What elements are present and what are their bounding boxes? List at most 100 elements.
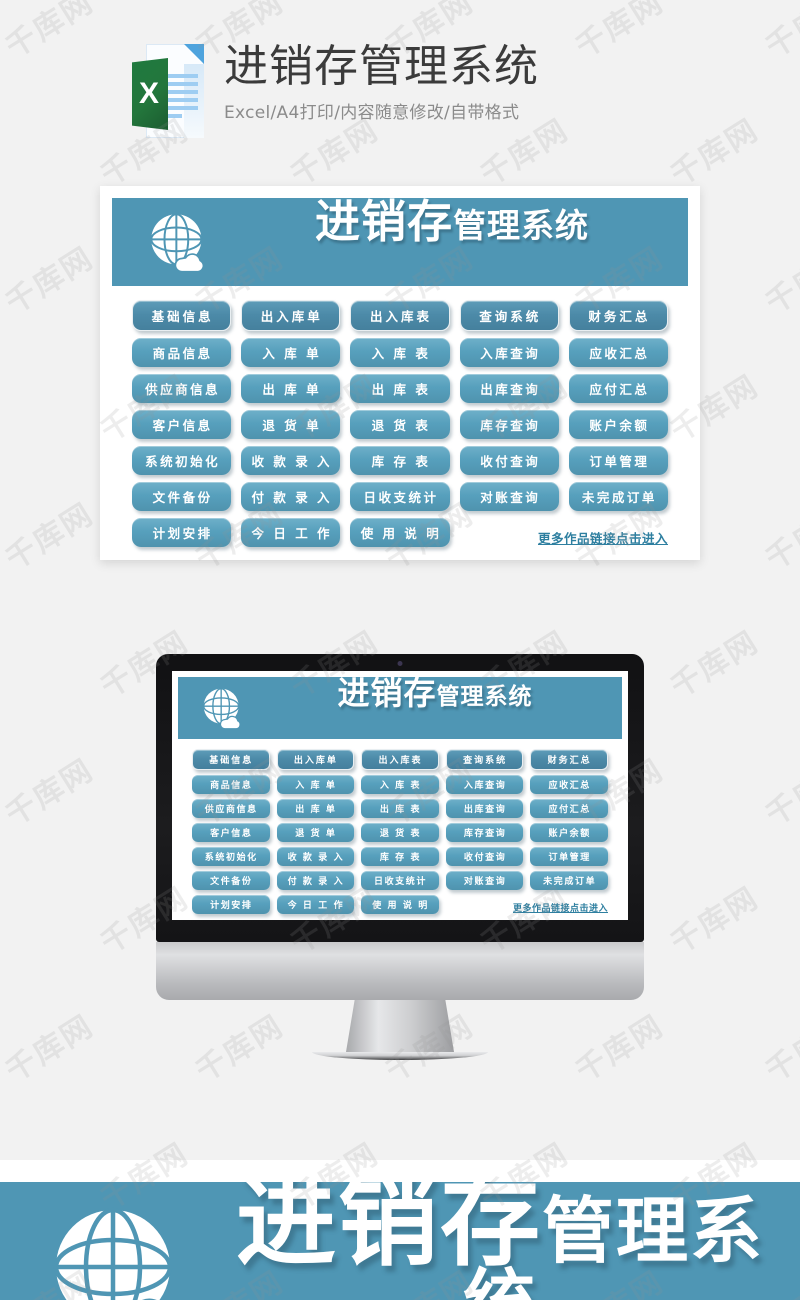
excel-file-icon: X xyxy=(132,44,204,138)
more-works-link[interactable]: 更多作品链接点击进入 xyxy=(538,528,668,547)
poster-page: X 进销存管理系统 Excel/A4打印/内容随意修改/自带格式 进销存管理系统… xyxy=(0,0,800,1300)
more-works-link-mirror[interactable]: 更多作品链接点击进入 xyxy=(513,901,608,914)
app-menu-body: 基础信息 出入库单 出入库表 查询系统 财务汇总 商品信息 入 库 单 入 库 … xyxy=(112,286,688,555)
menu-header-finance-summary-mirror[interactable]: 财务汇总 xyxy=(530,749,608,770)
menu-item-unfinished-order[interactable]: 未完成订单 xyxy=(568,482,668,511)
excel-x-letter: X xyxy=(138,77,159,110)
monitor-screen: 进销存管理系统 基础信息 出入库单 出入库表 查询系统 财务汇总 商品信息 入 … xyxy=(172,671,628,920)
app-banner-title: 进销存管理系统 xyxy=(222,199,682,245)
menu-item-inbound-order[interactable]: 入 库 单 xyxy=(241,338,341,367)
menu-header-query-system-mirror[interactable]: 查询系统 xyxy=(445,749,524,770)
header-text-block: 进销存管理系统 Excel/A4打印/内容随意修改/自带格式 xyxy=(224,40,539,124)
menu-item-order-management-mirror[interactable]: 订单管理 xyxy=(530,847,608,866)
menu-item-system-init-mirror[interactable]: 系统初始化 xyxy=(192,847,270,866)
globe-cloud-icon-mirror xyxy=(202,687,241,730)
app-menu-body-mirror: 基础信息 出入库单 出入库表 查询系统 财务汇总 商品信息 入 库 单 入 库 … xyxy=(178,739,622,920)
monitor-stand-base xyxy=(312,1052,488,1060)
page-title: 进销存管理系统 xyxy=(224,41,539,92)
menu-item-product-info[interactable]: 商品信息 xyxy=(132,338,232,367)
menu-item-inbound-table[interactable]: 入 库 表 xyxy=(350,338,450,367)
menu-item-outbound-order-mirror[interactable]: 出 库 单 xyxy=(276,799,355,818)
menu-header-query-system[interactable]: 查询系统 xyxy=(459,300,559,331)
menu-item-reconciliation-query[interactable]: 对账查询 xyxy=(459,482,559,511)
app-title-sub-mirror: 管理系统 xyxy=(436,684,533,710)
menu-item-plan-schedule-mirror[interactable]: 计划安排 xyxy=(192,895,270,914)
menu-item-inbound-query[interactable]: 入库查询 xyxy=(459,338,559,367)
app-screen: 进销存管理系统 基础信息 出入库单 出入库表 查询系统 财务汇总 商品信息 入 … xyxy=(112,198,688,548)
menu-item-today-work[interactable]: 今 日 工 作 xyxy=(241,518,341,547)
app-banner-title-mirror: 进销存管理系统 xyxy=(254,677,616,710)
menu-item-stock-query-mirror[interactable]: 库存查询 xyxy=(445,823,524,842)
menu-item-system-init[interactable]: 系统初始化 xyxy=(132,446,232,475)
poster-header: X 进销存管理系统 Excel/A4打印/内容随意修改/自带格式 xyxy=(0,40,800,170)
menu-item-usage-guide[interactable]: 使 用 说 明 xyxy=(350,518,450,547)
menu-item-usage-guide-mirror[interactable]: 使 用 说 明 xyxy=(361,895,439,914)
menu-item-payment-entry[interactable]: 付 款 录 入 xyxy=(241,482,341,511)
globe-cloud-icon-large xyxy=(53,1207,173,1300)
menu-header-inout-order-mirror[interactable]: 出入库单 xyxy=(276,749,355,770)
menu-item-daily-income-stats-mirror[interactable]: 日收支统计 xyxy=(361,871,439,890)
desktop-monitor-mockup: 进销存管理系统 基础信息 出入库单 出入库表 查询系统 财务汇总 商品信息 入 … xyxy=(156,654,644,1060)
menu-item-payment-query-mirror[interactable]: 收付查询 xyxy=(445,847,524,866)
menu-item-return-order[interactable]: 退 货 单 xyxy=(241,410,341,439)
menu-item-payment-query[interactable]: 收付查询 xyxy=(459,446,559,475)
menu-item-supplier-info-mirror[interactable]: 供应商信息 xyxy=(192,799,270,818)
menu-item-inbound-table-mirror[interactable]: 入 库 表 xyxy=(361,775,439,794)
menu-item-outbound-query-mirror[interactable]: 出库查询 xyxy=(445,799,524,818)
app-title-sub: 管理系统 xyxy=(453,206,589,245)
menu-item-reconciliation-query-mirror[interactable]: 对账查询 xyxy=(445,871,524,890)
monitor-chin xyxy=(156,942,644,1000)
menu-item-payment-entry-mirror[interactable]: 付 款 录 入 xyxy=(276,871,355,890)
page-subtitle: Excel/A4打印/内容随意修改/自带格式 xyxy=(224,103,520,124)
app-banner-mirror: 进销存管理系统 xyxy=(178,677,622,739)
globe-cloud-icon xyxy=(150,213,205,273)
menu-item-customer-info-mirror[interactable]: 客户信息 xyxy=(192,823,270,842)
menu-item-return-table-mirror[interactable]: 退 货 表 xyxy=(361,823,439,842)
excel-x-badge: X xyxy=(132,58,168,130)
menu-item-file-backup[interactable]: 文件备份 xyxy=(132,482,232,511)
menu-header-basic-info[interactable]: 基础信息 xyxy=(132,300,232,331)
menu-item-payable-summary[interactable]: 应付汇总 xyxy=(568,374,668,403)
menu-item-account-balance[interactable]: 账户余额 xyxy=(568,410,668,439)
preview-card: 进销存管理系统 基础信息 出入库单 出入库表 查询系统 财务汇总 商品信息 入 … xyxy=(100,186,700,560)
menu-item-receipt-entry-mirror[interactable]: 收 款 录 入 xyxy=(276,847,355,866)
menu-item-product-info-mirror[interactable]: 商品信息 xyxy=(192,775,270,794)
monitor-bezel: 进销存管理系统 基础信息 出入库单 出入库表 查询系统 财务汇总 商品信息 入 … xyxy=(156,654,644,942)
webcam-dot-icon xyxy=(397,661,403,666)
menu-item-inbound-query-mirror[interactable]: 入库查询 xyxy=(445,775,524,794)
menu-item-receivable-summary[interactable]: 应收汇总 xyxy=(568,338,668,367)
menu-item-return-order-mirror[interactable]: 退 货 单 xyxy=(276,823,355,842)
menu-header-finance-summary[interactable]: 财务汇总 xyxy=(568,300,668,331)
app-screen-mirror: 进销存管理系统 基础信息 出入库单 出入库表 查询系统 财务汇总 商品信息 入 … xyxy=(178,677,622,914)
menu-item-outbound-table[interactable]: 出 库 表 xyxy=(350,374,450,403)
menu-header-basic-info-mirror[interactable]: 基础信息 xyxy=(192,749,270,770)
menu-item-stock-table-mirror[interactable]: 库 存 表 xyxy=(361,847,439,866)
menu-header-inout-table[interactable]: 出入库表 xyxy=(350,300,450,331)
menu-item-stock-query[interactable]: 库存查询 xyxy=(459,410,559,439)
menu-grid-mirror: 基础信息 出入库单 出入库表 查询系统 财务汇总 商品信息 入 库 单 入 库 … xyxy=(192,749,608,914)
menu-item-outbound-order[interactable]: 出 库 单 xyxy=(241,374,341,403)
menu-item-receipt-entry[interactable]: 收 款 录 入 xyxy=(241,446,341,475)
menu-item-account-balance-mirror[interactable]: 账户余额 xyxy=(530,823,608,842)
menu-item-receivable-summary-mirror[interactable]: 应收汇总 xyxy=(530,775,608,794)
menu-item-unfinished-order-mirror[interactable]: 未完成订单 xyxy=(530,871,608,890)
bottom-banner: 进销存管理系统 xyxy=(0,1182,800,1300)
menu-item-plan-schedule[interactable]: 计划安排 xyxy=(132,518,232,547)
menu-item-today-work-mirror[interactable]: 今 日 工 作 xyxy=(276,895,355,914)
menu-item-order-management[interactable]: 订单管理 xyxy=(568,446,668,475)
menu-item-payable-summary-mirror[interactable]: 应付汇总 xyxy=(530,799,608,818)
menu-header-inout-table-mirror[interactable]: 出入库表 xyxy=(361,749,439,770)
menu-item-supplier-info[interactable]: 供应商信息 xyxy=(132,374,232,403)
monitor-stand-neck xyxy=(346,1000,454,1052)
menu-item-customer-info[interactable]: 客户信息 xyxy=(132,410,232,439)
menu-item-inbound-order-mirror[interactable]: 入 库 单 xyxy=(276,775,355,794)
bottom-banner-title: 进销存管理系统 xyxy=(200,1182,800,1300)
menu-item-outbound-query[interactable]: 出库查询 xyxy=(459,374,559,403)
menu-item-daily-income-stats[interactable]: 日收支统计 xyxy=(350,482,450,511)
app-title-main-mirror: 进销存 xyxy=(337,674,437,712)
menu-item-return-table[interactable]: 退 货 表 xyxy=(350,410,450,439)
menu-item-file-backup-mirror[interactable]: 文件备份 xyxy=(192,871,270,890)
menu-item-stock-table[interactable]: 库 存 表 xyxy=(350,446,450,475)
menu-header-inout-order[interactable]: 出入库单 xyxy=(241,300,341,331)
menu-item-outbound-table-mirror[interactable]: 出 库 表 xyxy=(361,799,439,818)
